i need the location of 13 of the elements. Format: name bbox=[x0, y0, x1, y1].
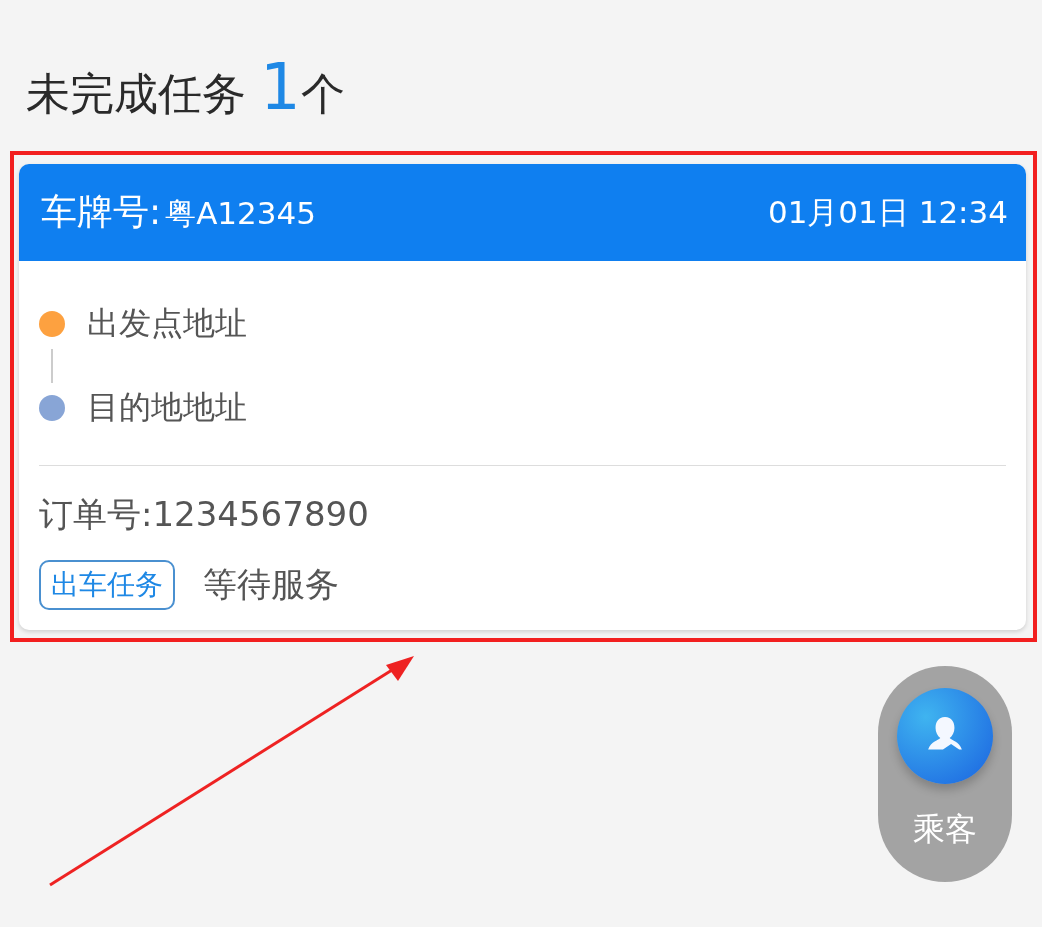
task-count: 1 bbox=[260, 55, 301, 119]
route-connector bbox=[51, 349, 53, 383]
plate-number: 车牌号:粤A12345 bbox=[41, 190, 316, 234]
count-unit: 个 bbox=[300, 67, 345, 121]
person-icon bbox=[897, 688, 993, 784]
section-title: 未完成任务 bbox=[26, 67, 246, 121]
address-text: 目的地地址 bbox=[87, 387, 247, 428]
task-tag: 出车任务 bbox=[39, 560, 175, 610]
address-text: 出发点地址 bbox=[87, 303, 247, 344]
task-card[interactable]: 车牌号:粤A12345 01月01日 12:34 出发点地址 目的地地址 订单号:1234567890 出车任务 等待服务 bbox=[19, 164, 1026, 630]
status-text: 等待服务 bbox=[203, 563, 339, 606]
date-time: 01月01日 12:34 bbox=[767, 192, 1008, 232]
order-number: 订单号:1234567890 bbox=[39, 493, 370, 536]
